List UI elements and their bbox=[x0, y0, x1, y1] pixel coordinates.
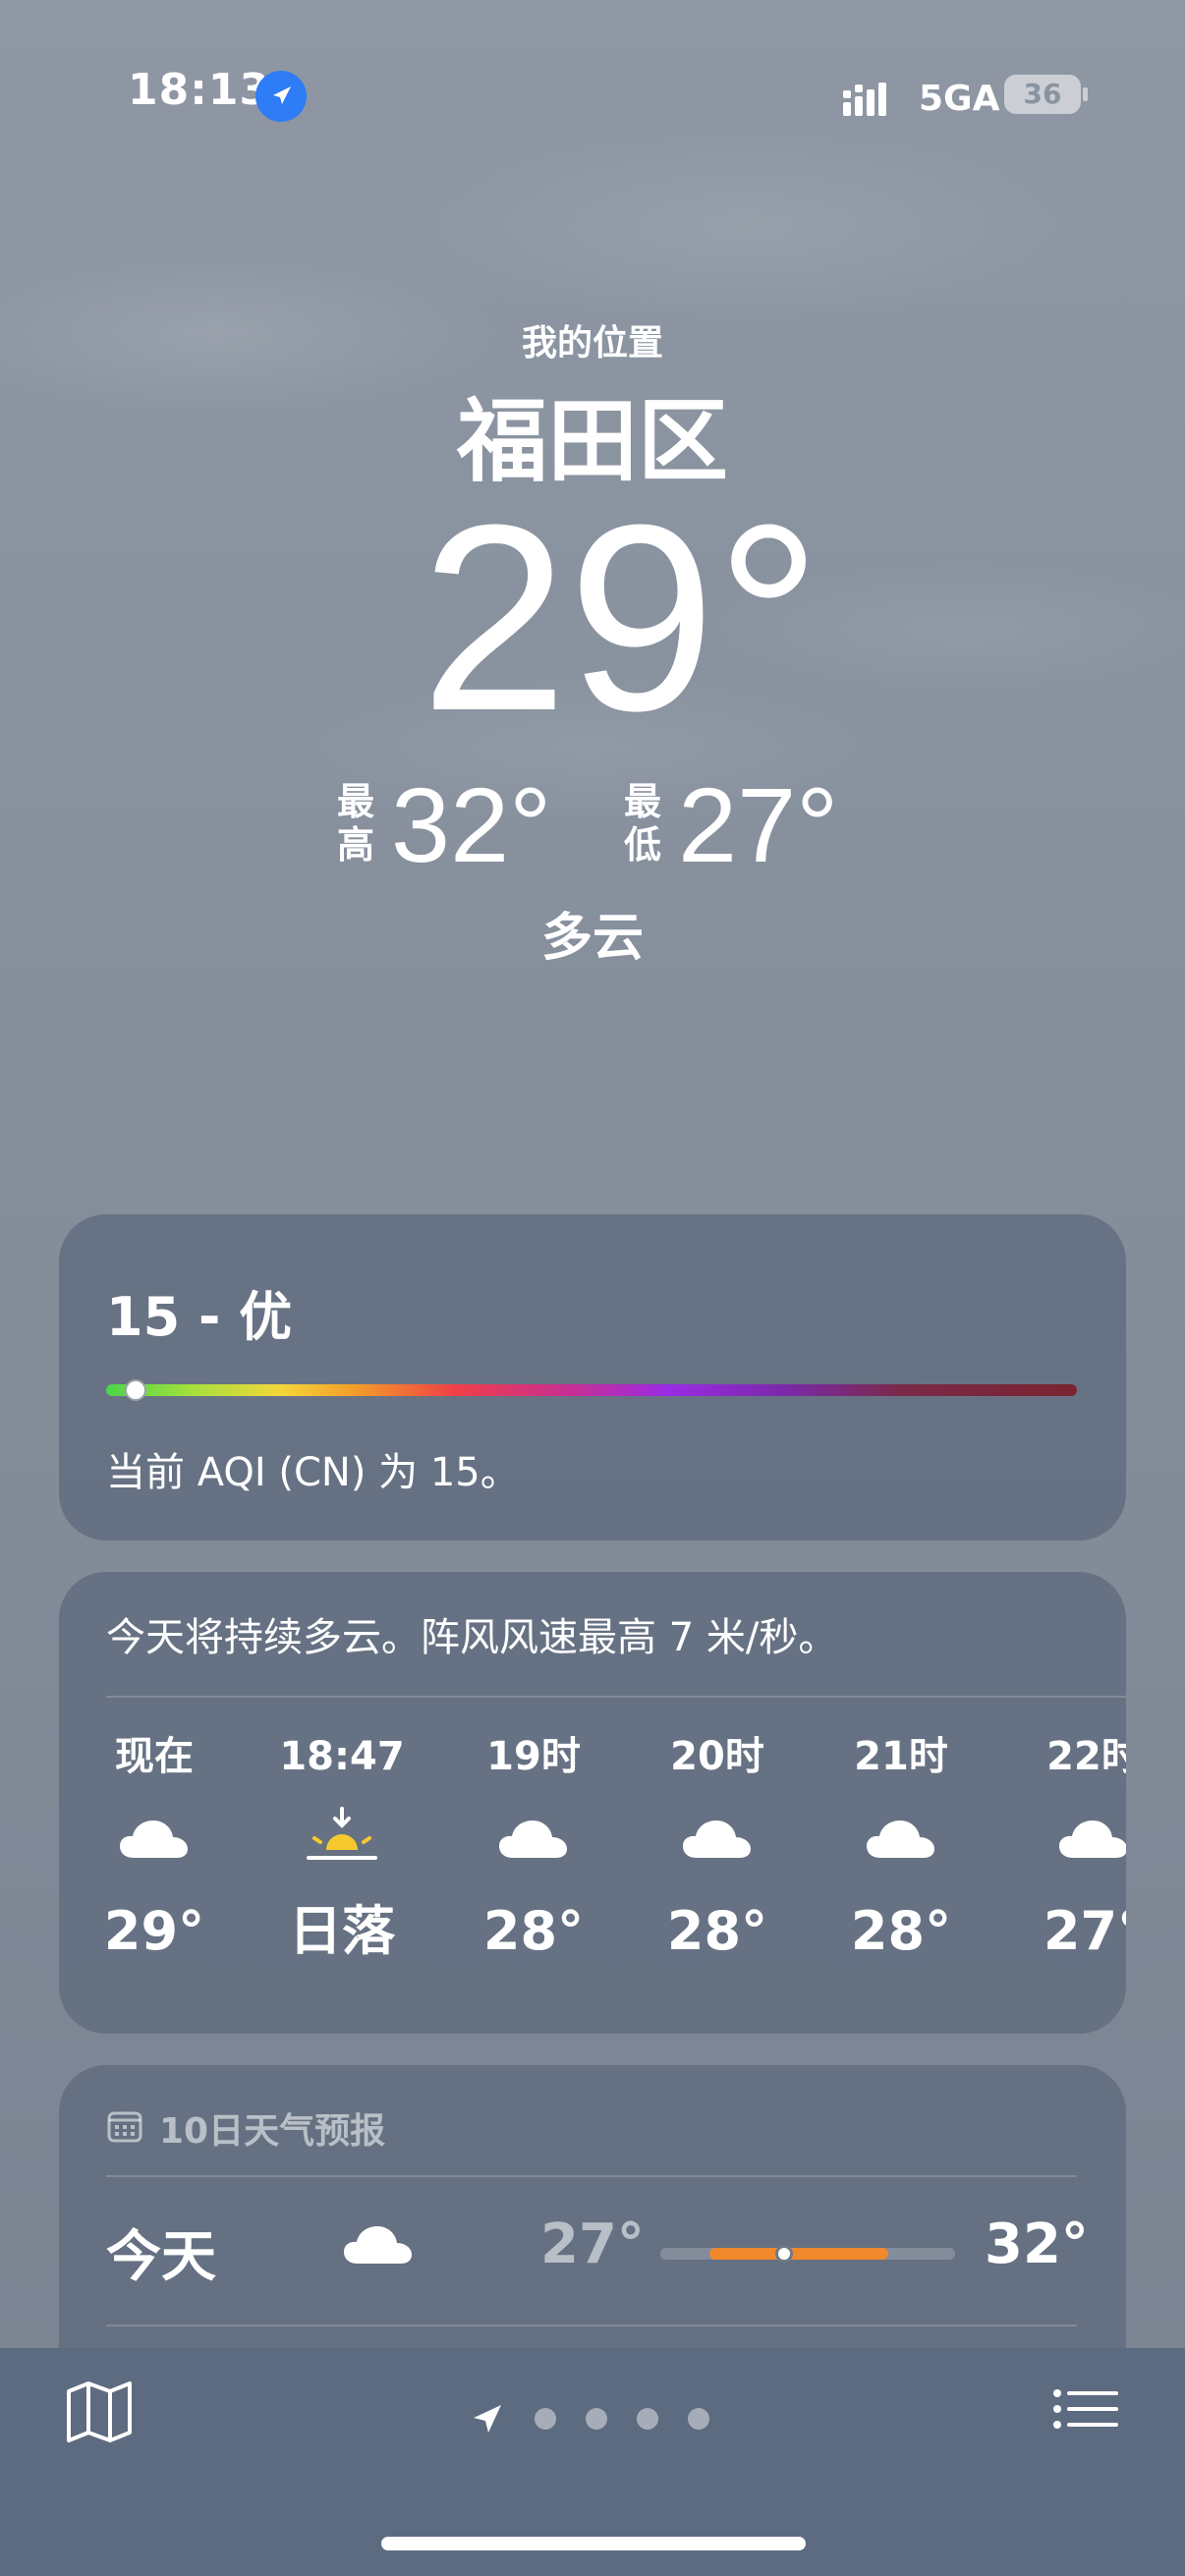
hour-label: 19时 bbox=[486, 1734, 581, 1779]
current-temperature: 29° bbox=[420, 471, 822, 766]
low-temperature: 27° bbox=[678, 765, 839, 884]
current-temperature-marker bbox=[775, 2245, 793, 2263]
sunset-icon bbox=[268, 1784, 416, 1892]
page-dot bbox=[535, 2408, 556, 2430]
location-arrow-icon bbox=[474, 2405, 501, 2433]
high-label: 最高 bbox=[336, 780, 374, 867]
cloud-icon bbox=[1020, 1784, 1126, 1892]
aqi-description: 当前 AQI (CN) 为 15。 bbox=[106, 1450, 520, 1495]
battery-icon: 36 bbox=[1004, 75, 1081, 114]
daily-divider bbox=[106, 2175, 1077, 2177]
hour-label: 21时 bbox=[854, 1734, 948, 1779]
hourly-summary: 今天将持续多云。阵风风速最高 7 米/秒。 bbox=[106, 1615, 838, 1660]
status-time: 18:13 bbox=[128, 65, 271, 115]
hour-label: 22时 bbox=[1046, 1734, 1126, 1779]
daily-header-label: 10日天气预报 bbox=[159, 2111, 386, 2152]
home-indicator[interactable] bbox=[381, 2537, 806, 2550]
day-name: 今天 bbox=[106, 2225, 216, 2289]
list-icon[interactable] bbox=[1051, 2387, 1120, 2446]
cloud-icon bbox=[827, 1784, 975, 1892]
aqi-card[interactable]: 15 - 优 当前 AQI (CN) 为 15。 bbox=[59, 1214, 1126, 1540]
day-temperature-range-track bbox=[660, 2245, 955, 2263]
hour-temperature: 28° bbox=[482, 1900, 585, 1962]
hour-item: 22时 27° bbox=[1020, 1729, 1126, 1971]
hour-temperature: 27° bbox=[1043, 1900, 1126, 1962]
calendar-icon bbox=[106, 2107, 143, 2149]
aqi-indicator bbox=[124, 1379, 146, 1401]
weather-condition: 多云 bbox=[540, 909, 644, 968]
hour-label: 现在 bbox=[115, 1734, 194, 1779]
page-indicator[interactable] bbox=[470, 2401, 709, 2436]
map-icon[interactable] bbox=[65, 2378, 134, 2450]
hourly-divider bbox=[106, 1696, 1126, 1698]
network-type: 5GA bbox=[919, 79, 1000, 119]
hour-temperature: 28° bbox=[850, 1900, 952, 1962]
aqi-scale-bar bbox=[106, 1379, 1077, 1401]
hourly-forecast-card[interactable]: 今天将持续多云。阵风风速最高 7 米/秒。 现在 29° 18:47 日落 19… bbox=[59, 1572, 1126, 2034]
daily-divider bbox=[106, 2324, 1077, 2326]
hour-item: 20时 28° bbox=[644, 1729, 791, 1971]
page-dot bbox=[688, 2408, 709, 2430]
page-dot bbox=[586, 2408, 607, 2430]
cloud-icon bbox=[460, 1784, 607, 1892]
day-temperature-range bbox=[709, 2248, 888, 2260]
cloud-icon bbox=[81, 1784, 228, 1892]
daily-header: 10日天气预报 bbox=[106, 2099, 385, 2157]
hour-temperature: 28° bbox=[666, 1900, 768, 1962]
location-services-icon bbox=[255, 71, 307, 122]
cloud-icon bbox=[342, 2212, 415, 2275]
day-high-temperature: 32° bbox=[985, 2212, 1089, 2276]
hour-item: 现在 29° bbox=[81, 1729, 228, 1971]
hour-temperature: 日落 bbox=[289, 1900, 395, 1962]
hour-temperature: 29° bbox=[103, 1900, 205, 1962]
day-low-temperature: 27° bbox=[540, 2212, 645, 2276]
page-dot bbox=[637, 2408, 658, 2430]
hour-label: 18:47 bbox=[279, 1734, 405, 1779]
low-label: 最低 bbox=[623, 780, 661, 867]
hour-item: 18:47 日落 bbox=[268, 1729, 416, 1971]
aqi-title: 15 - 优 bbox=[106, 1286, 293, 1348]
hour-item: 21时 28° bbox=[827, 1729, 975, 1971]
signal-icon bbox=[843, 83, 886, 116]
cloud-icon bbox=[644, 1784, 791, 1892]
hour-item: 19时 28° bbox=[460, 1729, 607, 1971]
hour-label: 20时 bbox=[670, 1734, 764, 1779]
battery-level: 36 bbox=[1023, 78, 1062, 110]
location-label: 我的位置 bbox=[521, 323, 663, 364]
battery-nub bbox=[1083, 87, 1088, 101]
high-low-temperatures: 最高 32° 最低 27° bbox=[0, 766, 1185, 884]
high-temperature: 32° bbox=[391, 765, 552, 884]
